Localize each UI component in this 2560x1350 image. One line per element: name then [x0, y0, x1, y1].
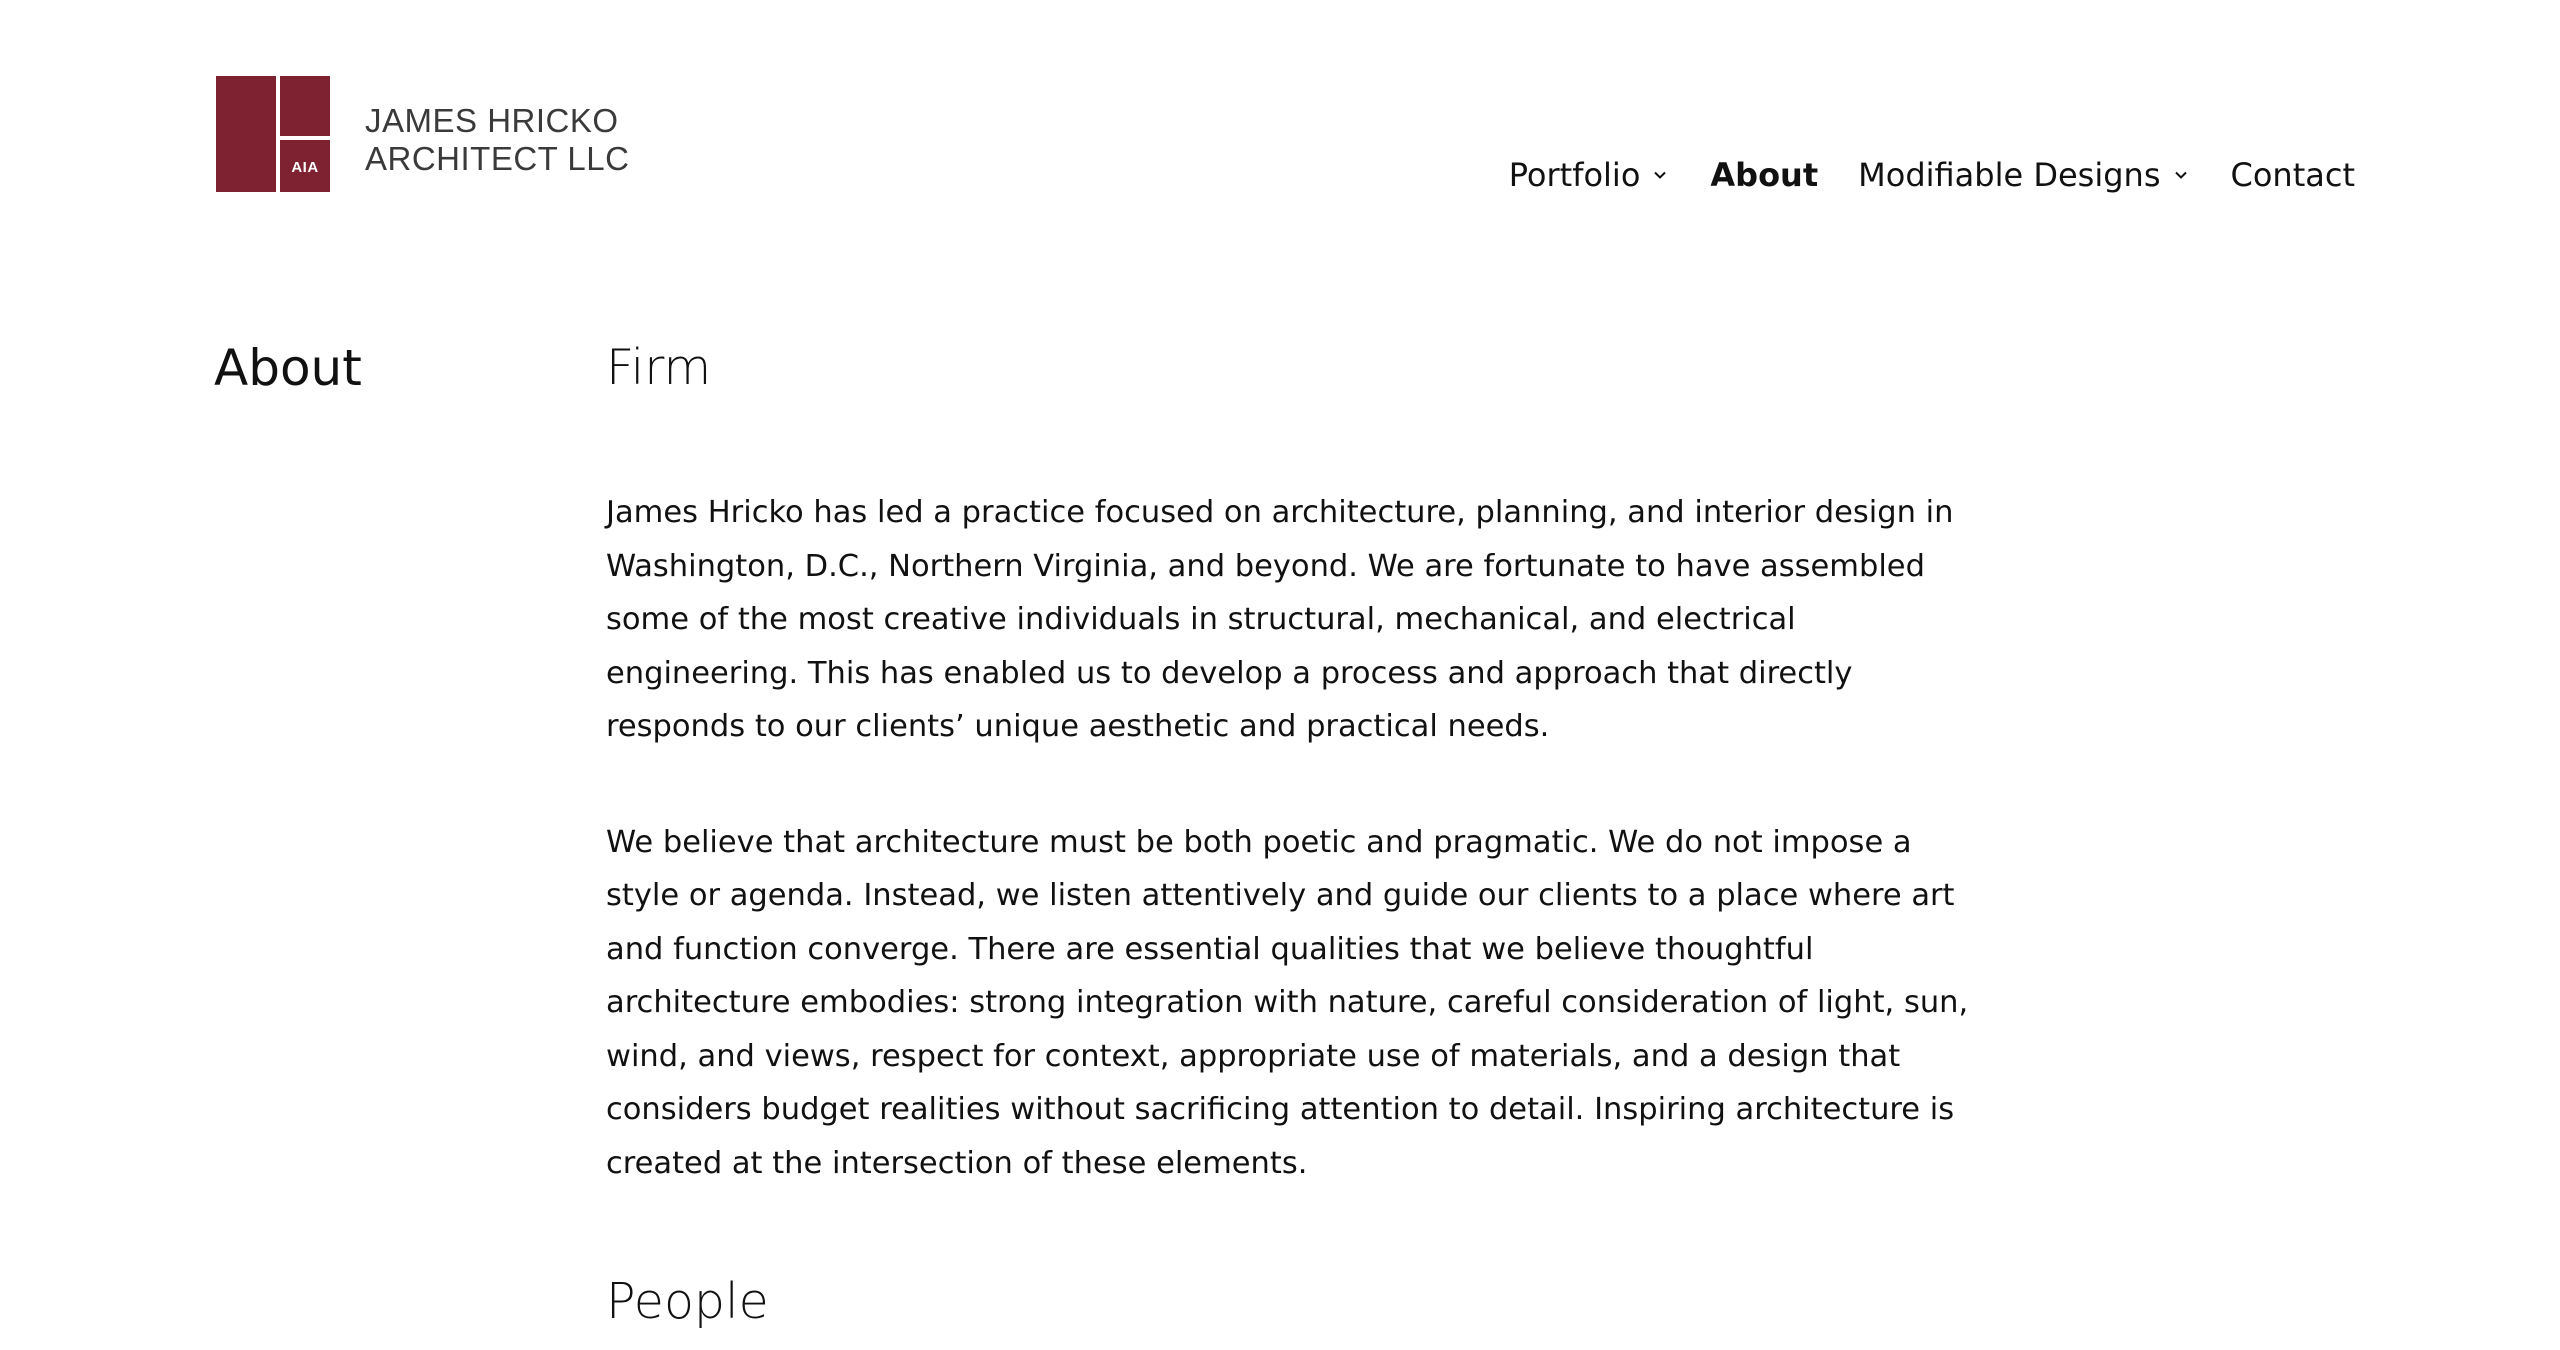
- logo-wordmark: JAMES HRICKO ARCHITECT LLC: [365, 102, 629, 178]
- section-title-firm: Firm: [606, 339, 712, 396]
- chevron-down-icon[interactable]: [1650, 165, 1670, 185]
- page-title: About: [214, 339, 362, 397]
- logo-name-line2: ARCHITECT LLC: [365, 140, 630, 177]
- nav-item-contact[interactable]: Contact: [2231, 156, 2356, 194]
- logo-block-top-right: [280, 76, 330, 136]
- nav-item-about[interactable]: About: [1710, 156, 1818, 194]
- chevron-down-icon[interactable]: [2171, 165, 2191, 185]
- nav-item-modifiable-designs[interactable]: Modifiable Designs: [1858, 156, 2190, 194]
- logo-aia-label: AIA: [291, 159, 319, 176]
- logo-mark-icon: AIA: [216, 76, 330, 192]
- site-logo[interactable]: AIA JAMES HRICKO ARCHITECT LLC: [216, 76, 629, 192]
- main-nav: Portfolio About Modifiable Designs Conta…: [1509, 156, 2355, 194]
- nav-item-portfolio[interactable]: Portfolio: [1509, 156, 1671, 194]
- people-section: People: [606, 1270, 1986, 1334]
- logo-block-left: [216, 76, 276, 192]
- logo-name-line1: JAMES HRICKO: [365, 102, 619, 139]
- firm-paragraph-1: James Hricko has led a practice focused …: [606, 495, 1954, 744]
- firm-paragraph-2: We believe that architecture must be bot…: [606, 824, 1969, 1181]
- section-title-people: People: [606, 1273, 769, 1330]
- nav-item-label: Portfolio: [1508, 156, 1641, 194]
- nav-item-label: About: [1710, 156, 1819, 194]
- nav-item-label: Modifiable Designs: [1858, 156, 2161, 194]
- about-content: Firm James Hricko has led a practice foc…: [606, 336, 1986, 1334]
- nav-item-label: Contact: [2230, 156, 2356, 194]
- firm-section: Firm James Hricko has led a practice foc…: [606, 336, 1986, 1190]
